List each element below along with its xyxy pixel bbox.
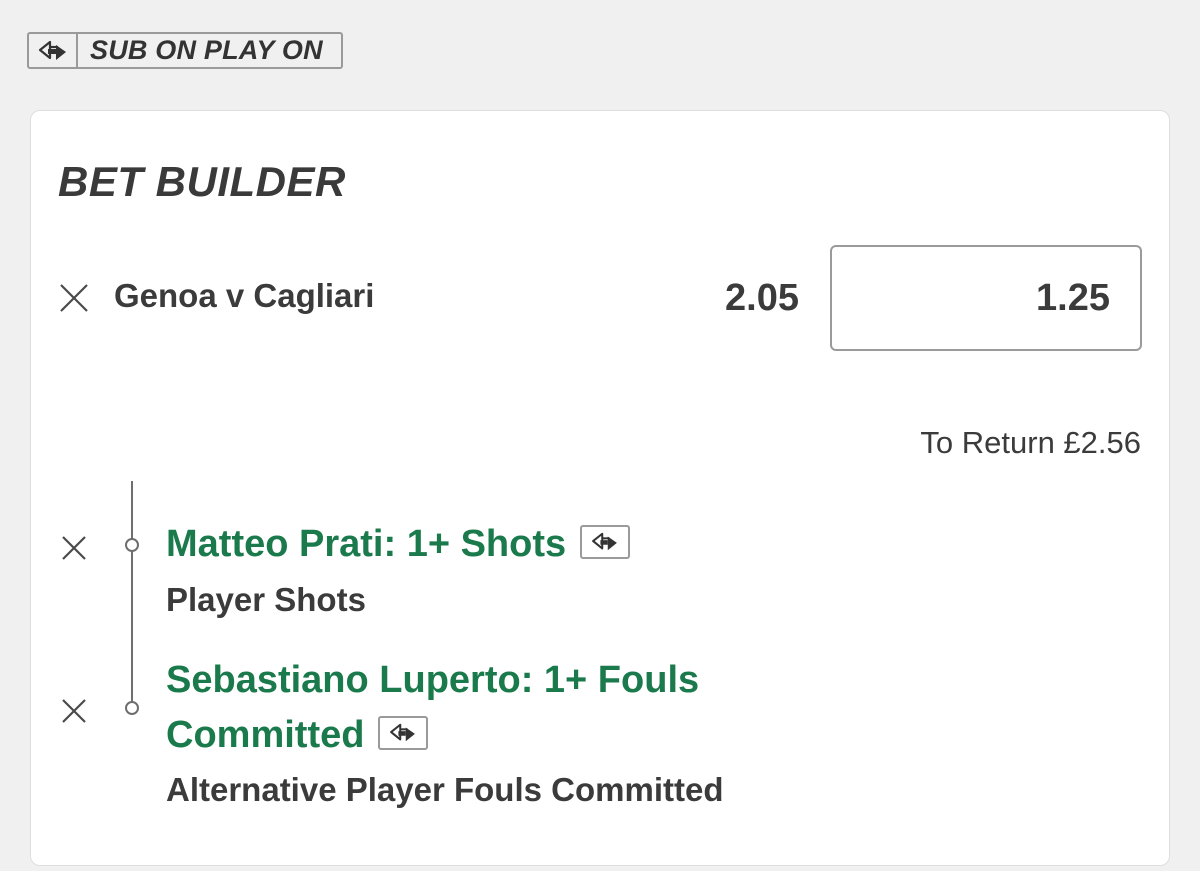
event-name: Genoa v Cagliari	[114, 277, 375, 314]
timeline-dot	[125, 538, 139, 552]
remove-selection-close-icon[interactable]	[61, 535, 87, 561]
sub-on-play-on-icon	[580, 524, 631, 559]
event-odds: 2.05	[725, 277, 799, 319]
remove-event-close-icon[interactable]	[59, 283, 89, 313]
remove-selection-close-icon[interactable]	[61, 698, 87, 724]
timeline-dot	[125, 701, 139, 715]
sub-on-play-on-icon	[378, 715, 429, 750]
sub-on-play-on-icon	[29, 34, 78, 67]
sub-on-play-on-badge[interactable]: SUB ON PLAY ON	[27, 32, 343, 69]
stake-input[interactable]	[830, 245, 1142, 351]
selection-title: Matteo Prati: 1+ Shots	[166, 517, 866, 572]
sub-on-play-on-label: SUB ON PLAY ON	[90, 35, 323, 65]
selection-title-line2: Committed	[166, 714, 365, 756]
selection-title-line2-wrap: Committed	[166, 708, 866, 763]
to-return-text: To Return £2.56	[920, 425, 1141, 460]
selection-title-line1: Sebastiano Luperto: 1+ Fouls	[166, 659, 700, 701]
bet-builder-card: BET BUILDER Genoa v Cagliari 2.05 To Ret…	[30, 110, 1170, 866]
selection-title-text: Matteo Prati: 1+ Shots	[166, 523, 567, 565]
selection-title: Sebastiano Luperto: 1+ Fouls Committed	[166, 653, 866, 763]
card-title: BET BUILDER	[58, 158, 346, 205]
selection-market: Player Shots	[166, 581, 366, 618]
selection-market: Alternative Player Fouls Committed	[166, 771, 724, 808]
selection-timeline	[131, 481, 133, 709]
